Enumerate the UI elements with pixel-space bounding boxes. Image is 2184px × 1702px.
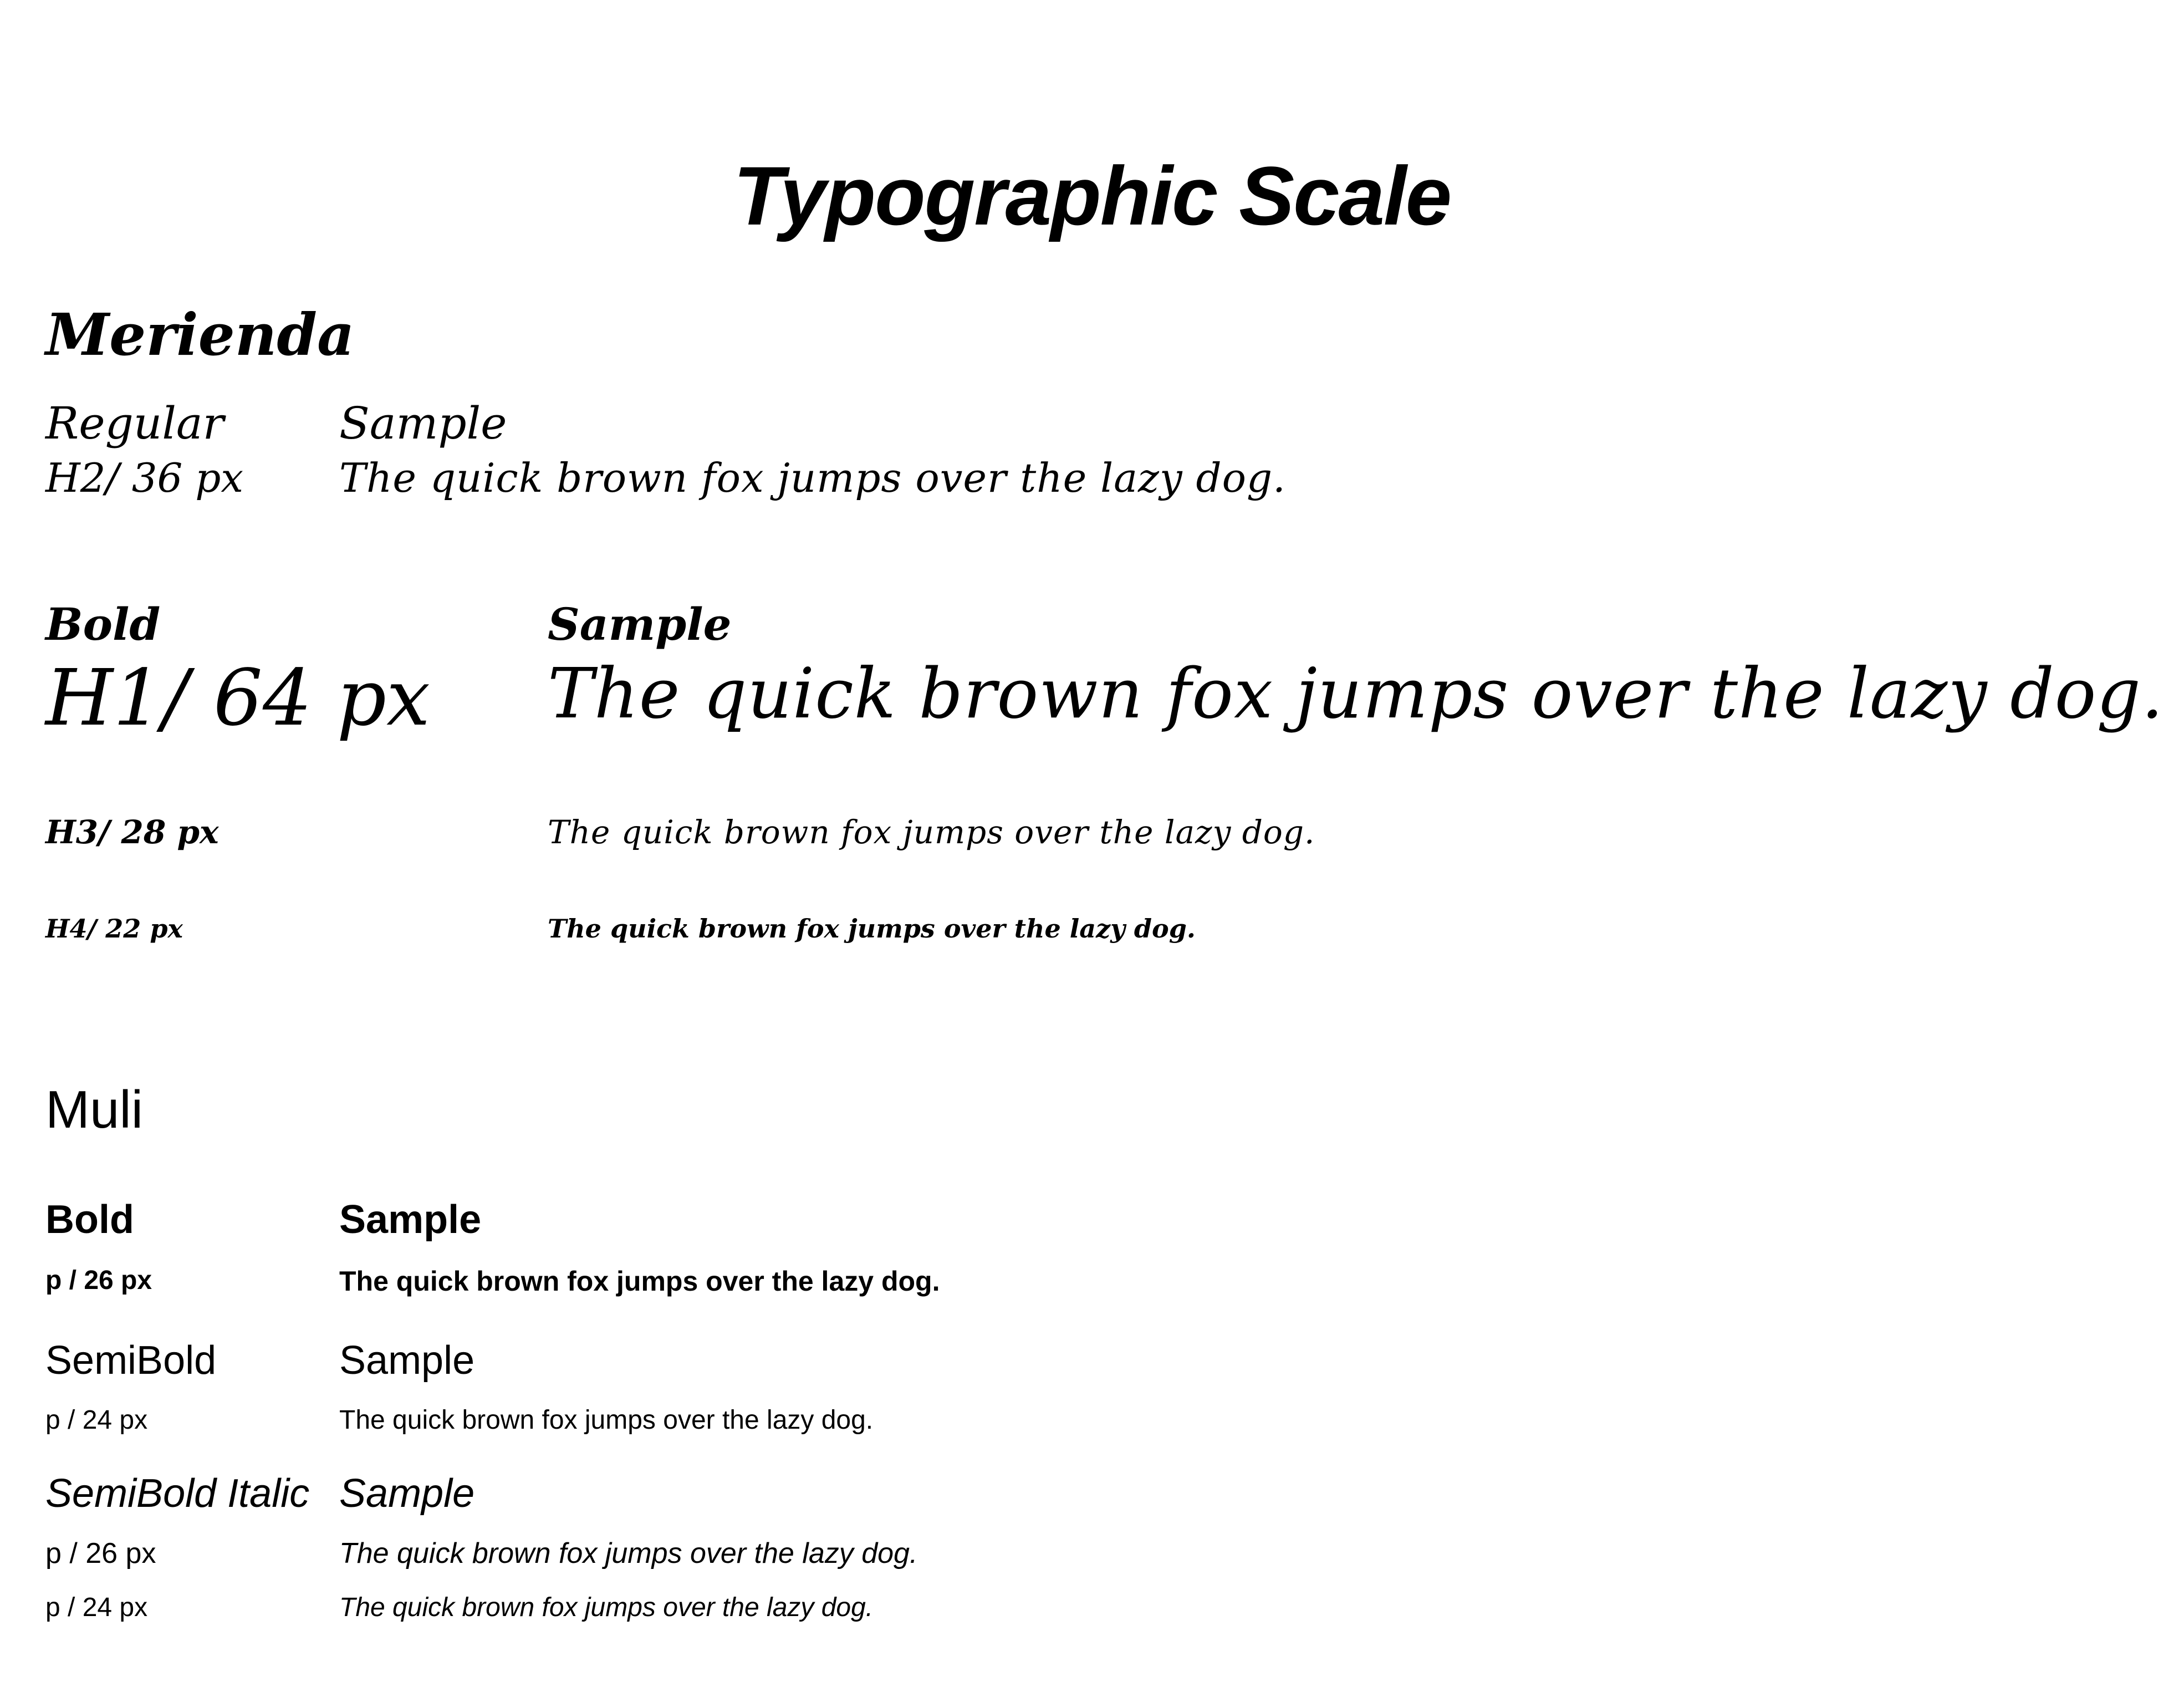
muli-semibold-sample-label: Sample [339,1338,475,1383]
muli-semibold-italic-sample-label: Sample [339,1471,475,1516]
merienda-regular-sample-label: Sample [339,398,507,449]
merienda-regular-weight-label: Regular [45,398,224,449]
muli-semibold-weight-label: SemiBold [45,1338,217,1383]
muli-bold-sample-text: The quick brown fox jumps over the lazy … [339,1266,940,1297]
muli-semibold-sample-text: The quick brown fox jumps over the lazy … [339,1405,874,1435]
merienda-h2-sample-text: The quick brown fox jumps over the lazy … [339,455,1286,501]
merienda-bold-weight-label: Bold [45,598,161,650]
merienda-h4-size-label: H4/ 22 px [45,914,183,944]
merienda-bold-sample-label: Sample [548,598,732,650]
muli-bold-sample-label: Sample [339,1197,482,1242]
muli-semibold-italic-sample-text-24: The quick brown fox jumps over the lazy … [339,1593,874,1622]
muli-bold-weight-label: Bold [45,1197,134,1242]
merienda-h3-size-label: H3/ 28 px [45,813,219,851]
merienda-h3-sample-text: The quick brown fox jumps over the lazy … [548,813,1315,851]
merienda-h1-size-label: H1/ 64 px [45,653,431,743]
muli-family-heading: Muli [45,1080,144,1139]
muli-semibold-italic-sample-text-26: The quick brown fox jumps over the lazy … [339,1537,918,1569]
page-title: Typographic Scale [733,149,1452,242]
muli-semibold-italic-size-label-24: p / 24 px [45,1593,148,1622]
merienda-h1-sample-text: The quick brown fox jumps over the lazy … [548,654,2164,734]
muli-semibold-italic-size-label-26: p / 26 px [45,1537,156,1569]
merienda-h2-size-label: H2/ 36 px [45,455,243,501]
merienda-family-heading: Merienda [45,300,355,369]
muli-semibold-italic-weight-label: SemiBold Italic [45,1471,310,1516]
muli-semibold-size-label: p / 24 px [45,1405,148,1435]
merienda-h4-sample-text: The quick brown fox jumps over the lazy … [548,914,1196,944]
muli-bold-size-label: p / 26 px [45,1266,152,1295]
